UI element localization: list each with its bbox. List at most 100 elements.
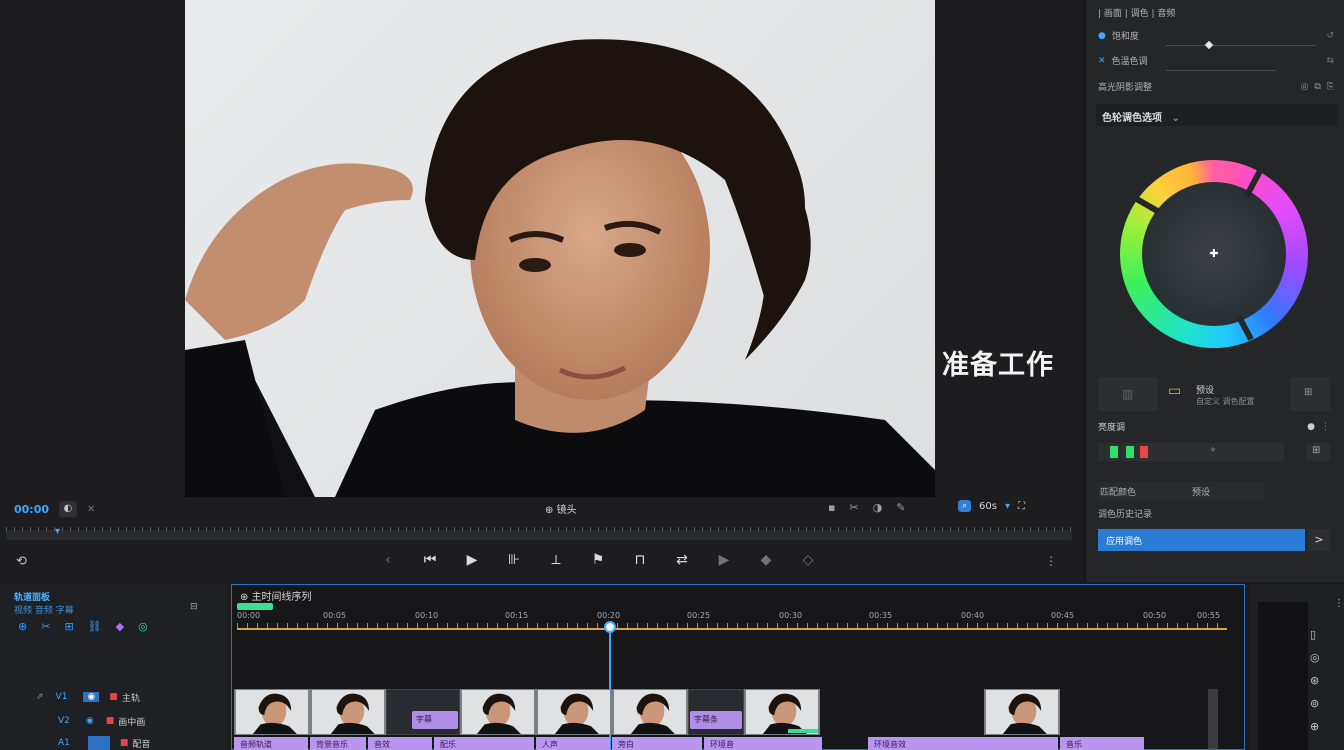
link-clips-icon[interactable]: ⛓: [88, 620, 102, 633]
track-v2-label: V2: [58, 716, 70, 726]
tracks-menu-icon[interactable]: ⊟: [190, 602, 198, 612]
trim-icon[interactable]: ⟂: [546, 552, 566, 568]
record-icon[interactable]: ◎: [1310, 651, 1320, 664]
eraser-icon[interactable]: ◆: [756, 552, 776, 568]
track-tools: ⊕ ✂ ⊞ ⛓ ◆ ◎: [18, 620, 148, 633]
crop-icon[interactable]: ✂: [849, 501, 858, 514]
snap-icon[interactable]: ⊞: [64, 620, 73, 633]
brightness-more-icon[interactable]: ⋮: [1321, 422, 1330, 432]
video-clip[interactable]: [536, 689, 612, 735]
paste-icon[interactable]: ⎘: [1327, 82, 1334, 92]
brightness-label: 亮度调: [1098, 423, 1126, 433]
fit-icon[interactable]: ▪: [828, 501, 835, 514]
preset-more-button[interactable]: ⊞: [1290, 377, 1330, 411]
settings-icon[interactable]: ⋮: [1045, 554, 1057, 568]
saturation-label: 饱和度: [1111, 32, 1139, 42]
ruler-tick-label: 00:05: [323, 611, 347, 620]
lock-icon[interactable]: ⇗: [36, 692, 44, 702]
preview-scrubber[interactable]: ▾: [0, 524, 1078, 544]
timeline-ruler[interactable]: 00:00 00:05 00:10 00:15 00:20 00:25 00:3…: [237, 609, 1227, 631]
audio-clip[interactable]: 旁白: [612, 737, 702, 750]
audio-clip[interactable]: 音频轨道: [234, 737, 308, 750]
play-icon[interactable]: ▶: [462, 552, 482, 568]
audio-clip[interactable]: 配乐: [434, 737, 534, 750]
color-wheel-center-handle-icon[interactable]: ✚: [1208, 248, 1220, 260]
reset-icon[interactable]: ↺: [1326, 31, 1334, 41]
panel-toggle-icon[interactable]: ▯: [1310, 628, 1320, 641]
mini-menu-icon[interactable]: ⋮: [1334, 598, 1344, 609]
preset-thumbnail[interactable]: ▥: [1098, 377, 1158, 411]
export-icon[interactable]: ⊚: [1310, 697, 1320, 710]
shape-icon[interactable]: ◇: [798, 552, 818, 568]
close-icon[interactable]: ✕: [87, 504, 95, 515]
color-wheel[interactable]: ✚: [1120, 160, 1308, 348]
transition-marker[interactable]: [788, 729, 818, 733]
match-color-row[interactable]: 匹配颜色 预设: [1098, 482, 1264, 500]
inspector-tabs[interactable]: | 画面 | 调色 | 音频: [1098, 6, 1334, 19]
solo-icon[interactable]: [87, 736, 110, 750]
audio-clip[interactable]: 音效: [368, 737, 432, 750]
meter-options-button[interactable]: ⊞: [1306, 443, 1330, 461]
ripple-icon[interactable]: ✂: [41, 620, 50, 633]
viewer-toolbar: 00:00 ◐ ✕ ⊕ 镜头 ▪ ✂ ◑ ✎ ⌕ 60s ▾ ⛶: [0, 498, 1082, 520]
temperature-slider[interactable]: [1166, 70, 1276, 71]
audio-clip[interactable]: 背景音乐: [310, 737, 366, 750]
audio-settings-icon[interactable]: ⊛: [1310, 674, 1320, 687]
chevron-down-icon[interactable]: ⌄: [1171, 113, 1179, 124]
dropdown-icon[interactable]: ▾: [1005, 501, 1010, 512]
expand-icon: ⊞: [1304, 387, 1313, 398]
sync-icon[interactable]: ◎: [138, 620, 148, 633]
copy-icon[interactable]: ⧉: [1314, 82, 1320, 92]
audio-clip[interactable]: 环境音效: [868, 737, 1058, 750]
go-to-start-icon[interactable]: ⏮: [420, 552, 440, 568]
eye-icon[interactable]: ◉: [83, 692, 100, 702]
brightness-toggle-icon[interactable]: ●: [1307, 422, 1315, 432]
track-header-a1[interactable]: A1 ■ 配音: [0, 734, 228, 750]
fullscreen-icon[interactable]: ⛶: [1018, 501, 1025, 512]
prev-frame-icon[interactable]: ‹: [378, 552, 398, 568]
split-icon[interactable]: ⊪: [504, 552, 524, 568]
marker-purple-icon[interactable]: ◆: [116, 620, 124, 633]
audio-clip[interactable]: 人声: [536, 737, 610, 750]
video-clip[interactable]: [310, 689, 386, 735]
audio-clip[interactable]: 音乐: [1060, 737, 1144, 750]
video-clip[interactable]: [984, 689, 1060, 735]
track-header-v1[interactable]: ⇗ V1 ◉ ■ 主轨: [0, 688, 228, 706]
mask-icon[interactable]: ◑: [873, 501, 883, 514]
zoom-icon[interactable]: ⌕: [958, 500, 972, 512]
video-clip[interactable]: [234, 689, 310, 735]
title-clip[interactable]: 字幕条: [690, 711, 742, 729]
timeline-panel[interactable]: ⊕ 主时间线序列 00:00 00:05 00:10 00:15 00:20 0…: [231, 584, 1245, 750]
saturation-slider-handle[interactable]: [1204, 40, 1214, 50]
mixer-icon[interactable]: ⊕: [1310, 720, 1320, 733]
bookmark-icon[interactable]: ⊓: [630, 552, 650, 568]
pen-icon[interactable]: ✎: [896, 501, 905, 514]
video-preview[interactable]: [185, 0, 935, 497]
swap-icon[interactable]: ⇆: [1326, 56, 1334, 66]
title-clip[interactable]: 字幕: [412, 711, 458, 729]
apply-color-button[interactable]: 应用调色: [1098, 529, 1305, 551]
timecode-display[interactable]: 00:00: [14, 503, 49, 516]
add-track-icon[interactable]: ⊕: [18, 620, 27, 633]
meter-handle-icon[interactable]: ◦: [1210, 445, 1216, 456]
preset-info[interactable]: ▭ 预设 自定义 调色配置: [1162, 377, 1286, 411]
timeline-vertical-scrollbar[interactable]: [1208, 689, 1218, 749]
playhead-handle[interactable]: [604, 621, 616, 633]
in-point-marker-icon[interactable]: ▾: [55, 526, 69, 540]
link-icon[interactable]: ⇄: [672, 552, 692, 568]
timecode-mode-icon[interactable]: ◐: [59, 501, 78, 517]
saturation-slider[interactable]: [1166, 45, 1316, 46]
loop-icon[interactable]: ⟲: [16, 554, 27, 569]
mute-icon[interactable]: ◉: [86, 716, 94, 726]
forward-icon[interactable]: ▶: [714, 552, 734, 568]
audio-clip[interactable]: 环境音: [704, 737, 822, 750]
marker-icon[interactable]: ⚑: [588, 552, 608, 568]
video-clip[interactable]: [460, 689, 536, 735]
track-header-v2[interactable]: V2 ◉ ■ 画中画: [0, 712, 228, 730]
video-clip[interactable]: [612, 689, 688, 735]
color-wheel-section-header[interactable]: 色轮调色选项 ⌄: [1096, 104, 1338, 126]
zoom-level[interactable]: 60s: [979, 501, 997, 512]
keyframe-icon[interactable]: ◎: [1301, 82, 1309, 92]
apply-next-button[interactable]: >: [1308, 529, 1330, 551]
channel-meter[interactable]: ◦: [1098, 443, 1284, 461]
